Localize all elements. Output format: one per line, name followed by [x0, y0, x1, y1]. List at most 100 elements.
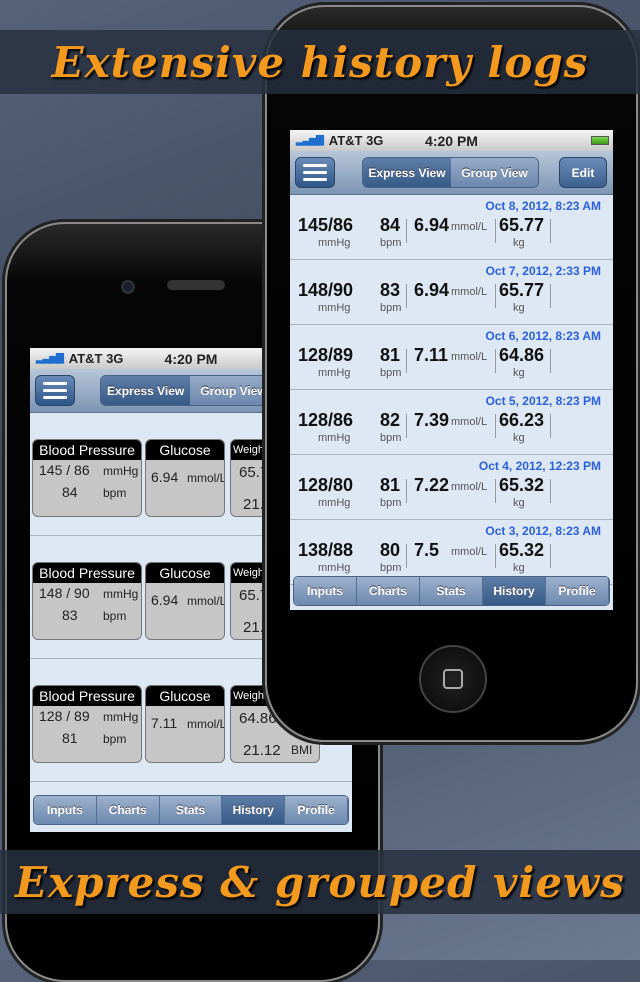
bmi-value: 21.: [243, 496, 264, 513]
glucose-value: 6.94: [151, 469, 179, 485]
bmi-value: 21.: [243, 619, 264, 636]
battery-icon: [591, 136, 609, 145]
clock: 4:20 PM: [425, 132, 478, 149]
glucose-unit: mmol/L: [451, 286, 488, 298]
view-toggle: Express View Group View: [362, 157, 539, 188]
pulse-value: 83: [380, 280, 401, 300]
divider: [550, 349, 551, 373]
glucose-unit: mmol/L: [187, 717, 225, 731]
glucose-value: 6.94: [414, 280, 450, 300]
tab-profile[interactable]: Profile: [285, 796, 348, 824]
bp-value: 148/90: [298, 280, 354, 300]
pulse-value: 84: [380, 215, 401, 235]
tab-stats[interactable]: Stats: [159, 796, 223, 824]
express-view-button[interactable]: Express View: [363, 158, 451, 187]
menu-button[interactable]: [295, 157, 335, 188]
tab-profile[interactable]: Profile: [546, 577, 609, 605]
express-view-button[interactable]: Express View: [101, 376, 191, 405]
weight-unit: kg: [513, 432, 525, 444]
divider: [550, 544, 551, 568]
glucose-value: 6.94: [151, 592, 179, 608]
divider: [406, 544, 407, 568]
tab-inputs[interactable]: Inputs: [294, 577, 357, 605]
weight-value: 65.7: [239, 464, 269, 481]
pulse-value: 83: [62, 607, 78, 623]
edit-button[interactable]: Edit: [559, 157, 607, 188]
tab-bar: Inputs Charts Stats History Profile: [33, 795, 349, 825]
pulse-unit: bpm: [380, 302, 402, 314]
bp-value: 128/80: [298, 475, 354, 495]
glucose-value: 7.11: [414, 345, 449, 365]
tab-bar: Inputs Charts Stats History Profile: [293, 576, 610, 606]
divider: [550, 479, 551, 503]
bottom-banner: Express & grouped views: [0, 850, 640, 914]
glucose-card: Glucose 7.11 mmol/L: [145, 685, 225, 763]
pulse-value: 84: [62, 484, 78, 500]
bp-value: 128/89: [298, 345, 354, 365]
weight-value: 65.77: [499, 215, 545, 235]
weight-value: 65.32: [499, 475, 545, 495]
bp-unit: mmHg: [318, 497, 351, 509]
glucose-card: Glucose 6.94 mmol/L: [145, 439, 225, 517]
tab-history[interactable]: History: [222, 796, 286, 824]
divider: [406, 479, 407, 503]
glucose-unit: mmol/L: [187, 471, 225, 485]
history-row[interactable]: Oct 4, 2012, 12:23 PM 128/80 mmHg 81 bpm 7.22…: [290, 455, 613, 520]
group-view-button[interactable]: Group View: [451, 158, 538, 187]
bp-value: 128/86: [298, 410, 354, 430]
bp-unit: mmHg: [318, 432, 351, 444]
divider: [550, 414, 551, 438]
pulse-unit: bpm: [380, 367, 402, 379]
divider: [406, 284, 407, 308]
glucose-unit: mmol/L: [451, 481, 488, 493]
bp-unit: mmHg: [103, 587, 139, 601]
glucose-card: Glucose 6.94 mmol/L: [145, 562, 225, 640]
weight-value: 65.77: [499, 280, 545, 300]
status-bar: ▂▃▅▇ AT&T 3G 4:20 PM: [290, 130, 613, 151]
menu-button[interactable]: [35, 375, 75, 406]
weight-unit: kg: [513, 367, 525, 379]
divider: [495, 219, 496, 243]
pulse-value: 81: [380, 475, 401, 495]
pulse-value: 81: [380, 345, 401, 365]
tab-inputs[interactable]: Inputs: [34, 796, 97, 824]
tab-charts[interactable]: Charts: [357, 577, 420, 605]
entry-date: Oct 7, 2012, 2:33 PM: [485, 264, 601, 278]
entry-date: Oct 3, 2012, 8:23 AM: [485, 524, 601, 538]
glucose-value: 7.5: [414, 540, 440, 560]
card-title: Glucose: [146, 563, 224, 583]
bp-unit: mmHg: [103, 710, 139, 724]
card-title: Glucose: [146, 440, 224, 460]
tab-charts[interactable]: Charts: [96, 796, 160, 824]
bp-value: 145/86: [298, 215, 354, 235]
bp-unit: mmHg: [103, 464, 139, 478]
tab-stats[interactable]: Stats: [420, 577, 483, 605]
pulse-unit: bpm: [380, 497, 402, 509]
camera: [121, 280, 135, 294]
card-title: Blood Pressure: [33, 440, 141, 460]
divider: [406, 414, 407, 438]
home-button[interactable]: [419, 645, 487, 713]
history-row[interactable]: Oct 5, 2012, 8:23 PM 128/86 mmHg 82 bpm 7.39 m…: [290, 390, 613, 455]
tab-history[interactable]: History: [483, 577, 546, 605]
earpiece: [167, 280, 225, 290]
history-row[interactable]: Oct 8, 2012, 8:23 AM 145/86 mmHg 84 bpm 6.94 m…: [290, 195, 613, 260]
glucose-value: 7.11: [151, 715, 178, 731]
bmi-value: 21.12: [243, 742, 281, 759]
bp-unit: mmHg: [318, 562, 351, 574]
glucose-value: 6.94: [414, 215, 450, 235]
pulse-unit: bpm: [380, 237, 402, 249]
pulse-value: 81: [62, 730, 78, 746]
history-row[interactable]: Oct 6, 2012, 8:23 AM 128/89 mmHg 81 bpm 7.11 m…: [290, 325, 613, 390]
home-square-icon: [443, 669, 463, 689]
glucose-unit: mmol/L: [451, 546, 488, 558]
bp-unit: mmHg: [318, 302, 351, 314]
weight-value: 65.7: [239, 587, 269, 604]
divider: [550, 219, 551, 243]
bp-value: 138/88: [298, 540, 354, 560]
divider: [550, 284, 551, 308]
history-row[interactable]: Oct 7, 2012, 2:33 PM 148/90 mmHg 83 bpm 6.94 m…: [290, 260, 613, 325]
divider: [495, 479, 496, 503]
divider: [495, 414, 496, 438]
entry-date: Oct 4, 2012, 12:23 PM: [478, 459, 601, 473]
